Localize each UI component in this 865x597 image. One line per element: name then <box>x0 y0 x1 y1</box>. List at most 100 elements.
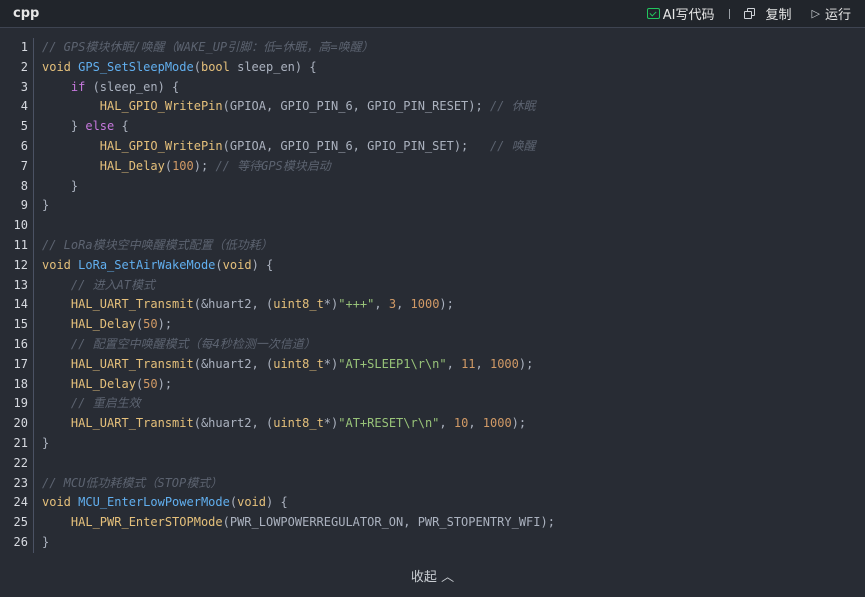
ai-write-code-button[interactable]: AI写代码 <box>646 4 715 23</box>
gutter-line <box>33 433 34 454</box>
run-button[interactable]: ▷ 运行 <box>812 4 851 23</box>
line-number: 7 <box>20 158 28 173</box>
code-line: 20 HAL_UART_Transmit(&huart2, (uint8_t*)… <box>0 414 865 434</box>
code-token: "AT+RESET\r\n" <box>338 416 440 431</box>
code-line: 6 HAL_GPIO_WritePin(GPIOA, GPIO_PIN_6, G… <box>0 136 865 157</box>
code-token: (&huart2, ( <box>193 416 274 431</box>
code-text: HAL_GPIO_WritePin(GPIOA, GPIO_PIN_6, GPI… <box>42 137 536 157</box>
code-area[interactable]: 1 // GPS模块休眠/唤醒（WAKE_UP引脚：低=休眠，高=唤醒） 2 void… <box>0 38 865 553</box>
code-token: // GPS模块休眠/唤醒（WAKE_UP引脚：低=休眠，高=唤醒） <box>42 40 374 54</box>
code-line: 19 // 重启生效 <box>0 394 865 415</box>
code-line: 21} <box>0 433 865 454</box>
code-line: 12 void LoRa_SetAirWakeMode(void) { <box>0 255 865 276</box>
code-token: uint8_t <box>273 356 324 371</box>
code-text: // 配置空中唤醒模式（每4秒检测一次信道） <box>42 335 316 355</box>
code-token: , <box>374 297 389 312</box>
code-token: { <box>114 119 129 134</box>
line-number: 9 <box>20 198 28 213</box>
code-token: ); <box>193 158 216 173</box>
line-number: 20 <box>13 416 28 431</box>
code-token: void <box>42 257 71 272</box>
code-token: // MCU低功耗模式（STOP模式） <box>42 475 223 490</box>
code-token: // 唤醒 <box>489 138 536 153</box>
ai-code-icon <box>646 8 660 19</box>
code-line: 11 // LoRa模块空中唤醒模式配置（低功耗） <box>0 235 865 256</box>
line-number: 6 <box>20 138 28 153</box>
code-token: void <box>42 59 71 74</box>
gutter-line <box>33 532 34 553</box>
code-line: 25 HAL_PWR_EnterSTOPMode(PWR_LOWPOWERREG… <box>0 513 865 533</box>
code-token: 100 <box>172 158 194 173</box>
code-token: ); <box>157 376 173 391</box>
code-line: 9} <box>0 196 865 217</box>
code-line: 15 HAL_Delay(50); <box>0 315 865 335</box>
code-token: uint8_t <box>273 297 324 312</box>
code-line: 16 // 配置空中唤醒模式（每4秒检测一次信道） <box>0 334 865 355</box>
code-token: } <box>42 534 50 549</box>
code-token: HAL_GPIO_WritePin <box>99 99 223 114</box>
code-text: HAL_UART_Transmit(&huart2, (uint8_t*)"AT… <box>42 355 533 375</box>
ai-write-code-label: AI写代码 <box>662 8 715 23</box>
copy-button[interactable]: 复制 <box>743 4 792 23</box>
line-number: 21 <box>13 435 28 450</box>
code-token: else <box>85 119 115 134</box>
code-token: HAL_UART_Transmit <box>70 356 194 371</box>
code-text: HAL_UART_Transmit(&huart2, (uint8_t*)"++… <box>42 295 454 315</box>
code-token: sleep_en) { <box>229 59 317 74</box>
code-token: ); <box>511 416 527 431</box>
code-line: 4 HAL_GPIO_WritePin(GPIOA, GPIO_PIN_6, G… <box>0 97 865 118</box>
code-token: ); <box>518 356 534 371</box>
code-token: HAL_GPIO_WritePin <box>99 138 223 153</box>
code-token: ( <box>193 59 201 74</box>
code-token: ( <box>164 158 173 173</box>
code-line: 1 // GPS模块休眠/唤醒（WAKE_UP引脚：低=休眠，高=唤醒） <box>0 38 865 58</box>
line-number: 15 <box>13 317 28 332</box>
line-number: 3 <box>20 79 28 94</box>
code-token: void <box>222 257 252 272</box>
collapse-button[interactable]: 收起 ︿ <box>0 566 865 585</box>
code-text: } else { <box>42 117 129 137</box>
play-icon: ▷ <box>811 7 820 20</box>
code-text: // LoRa模块空中唤醒模式配置（低功耗） <box>42 236 273 256</box>
gutter-line <box>33 513 34 533</box>
code-line: 26} <box>0 532 865 553</box>
line-number: 10 <box>13 218 28 233</box>
code-line: 8 } <box>0 176 865 197</box>
code-text: } <box>42 434 49 454</box>
code-token: 10 <box>453 416 469 431</box>
chevron-up-icon: ︿ <box>441 570 455 585</box>
code-token: 1000 <box>410 297 440 312</box>
line-number: 11 <box>13 237 28 252</box>
code-token: "+++" <box>338 297 375 312</box>
code-text: void MCU_EnterLowPowerMode(void) { <box>42 493 288 513</box>
line-number: 14 <box>13 297 28 312</box>
code-token: HAL_Delay <box>70 376 136 391</box>
code-token: void <box>42 495 71 510</box>
line-number: 22 <box>13 455 28 470</box>
line-number: 18 <box>13 376 28 391</box>
line-number: 13 <box>13 277 28 292</box>
code-token: *) <box>323 356 339 371</box>
copy-label: 复制 <box>765 8 792 23</box>
gutter-line <box>33 117 34 137</box>
code-token: MCU_EnterLowPowerMode <box>78 495 230 510</box>
line-number: 12 <box>13 257 28 272</box>
code-token: // 等待GPS模块启动 <box>215 158 331 173</box>
code-token: HAL_Delay <box>99 158 165 173</box>
gutter-line <box>33 394 34 415</box>
code-text: HAL_Delay(50); <box>42 375 172 395</box>
gutter-line <box>33 136 34 157</box>
language-label: cpp <box>13 6 40 21</box>
code-text: if (sleep_en) { <box>42 78 179 98</box>
collapse-label: 收起 <box>410 570 437 585</box>
code-text: } <box>42 196 49 216</box>
